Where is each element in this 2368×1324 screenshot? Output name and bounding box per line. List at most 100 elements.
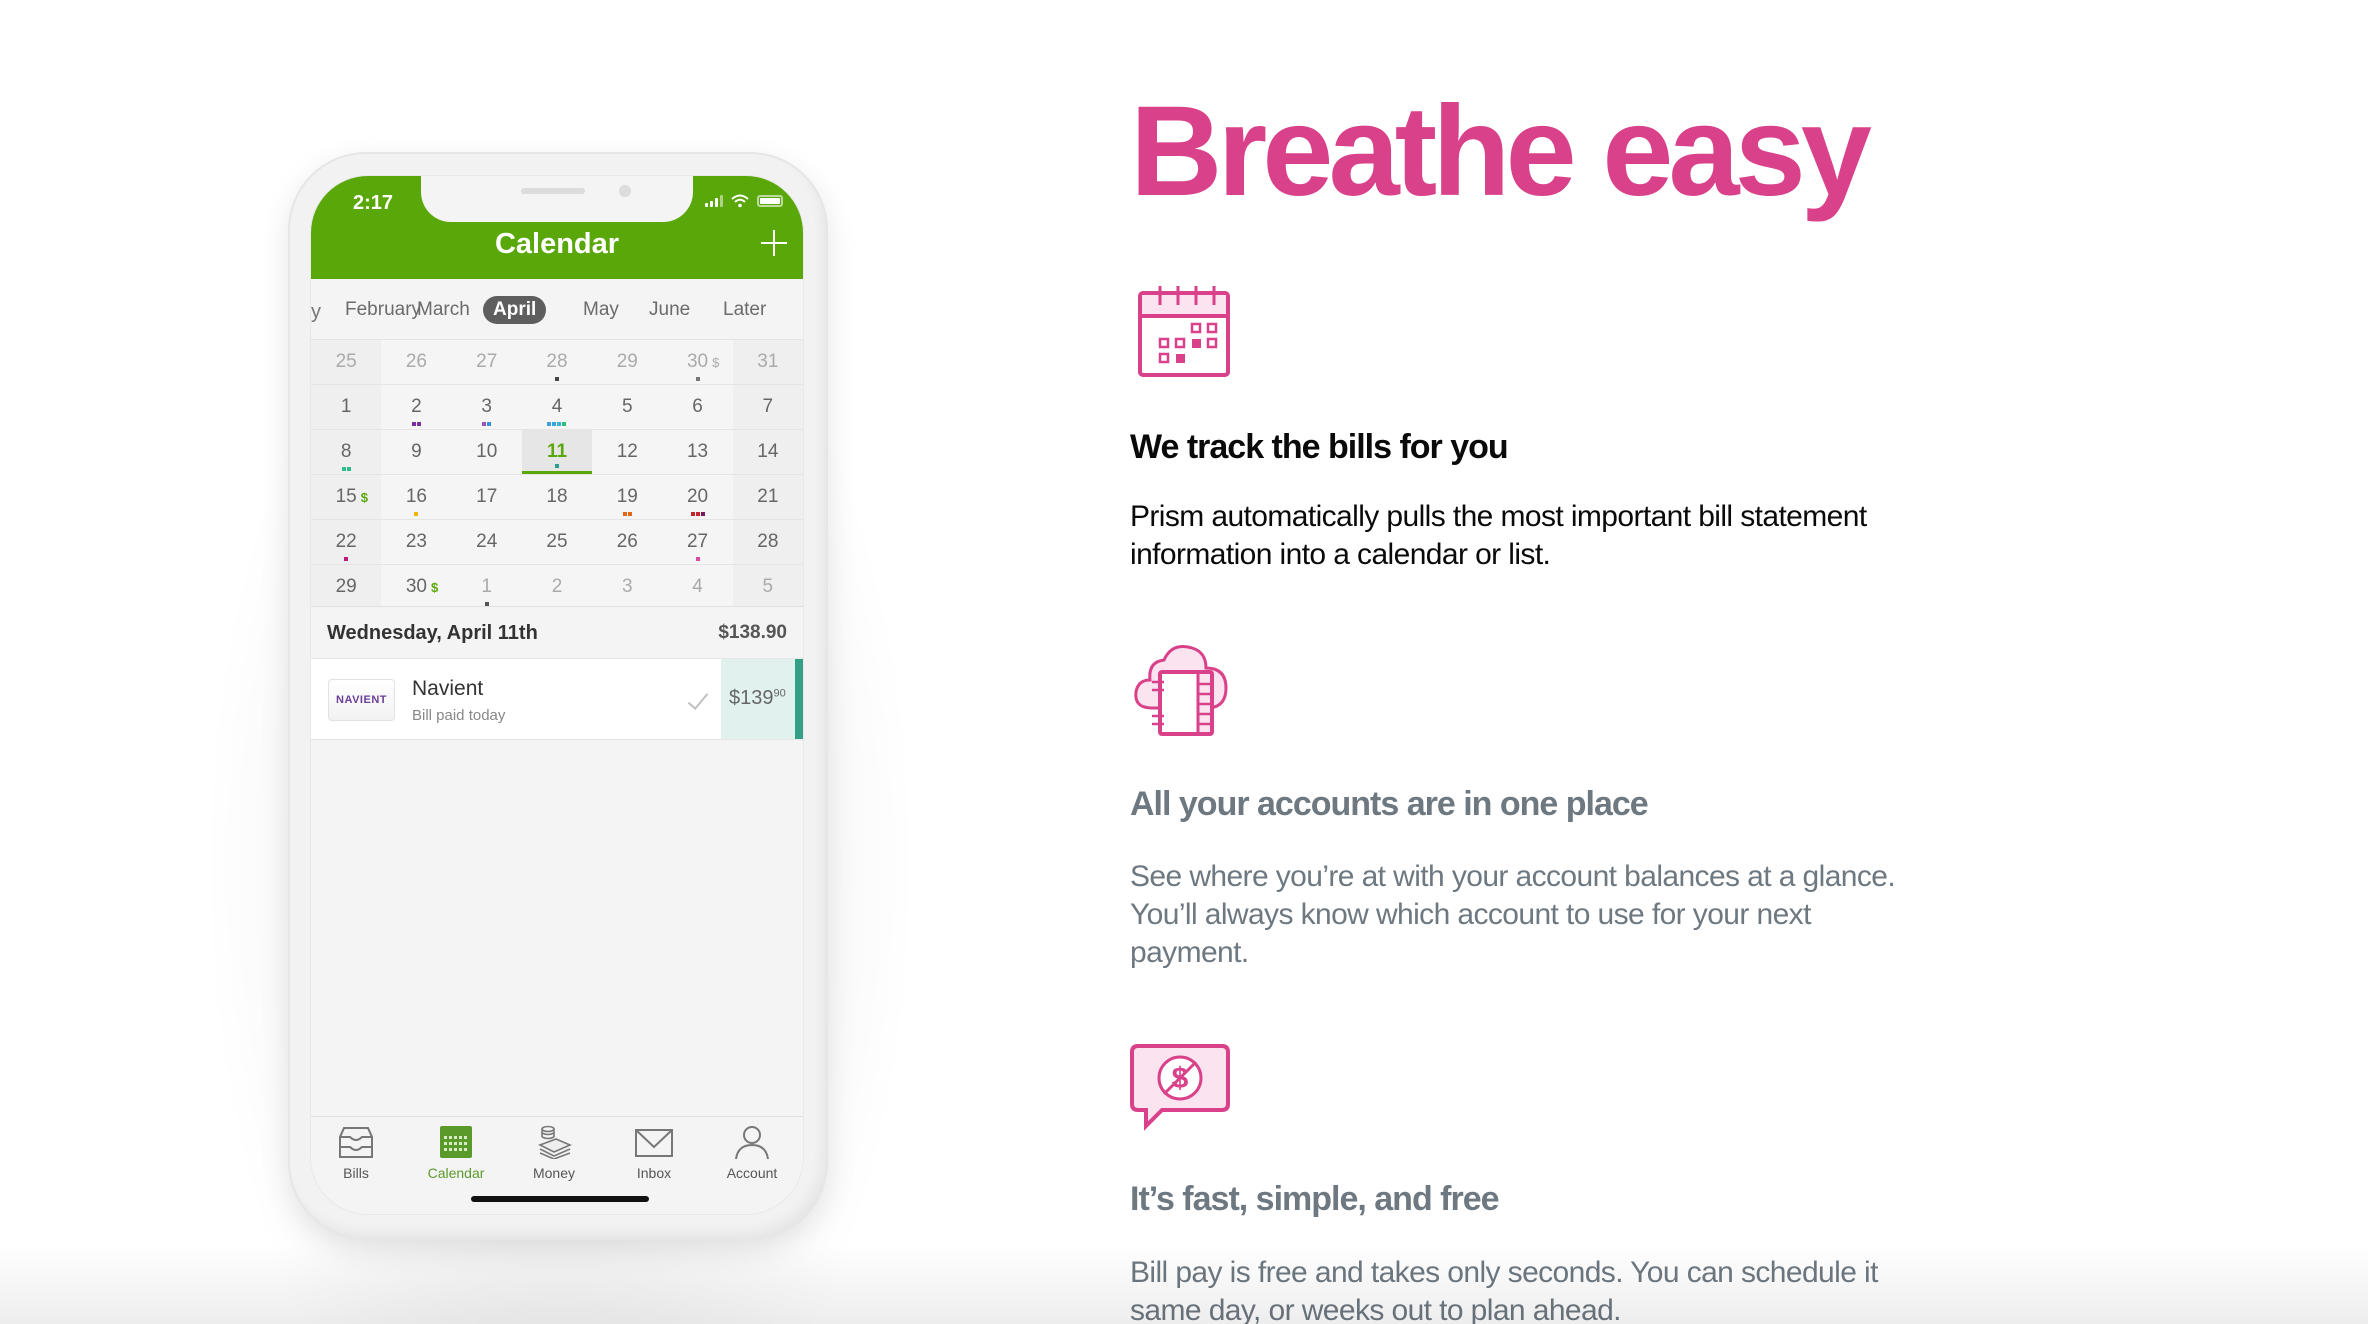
tab-label: Calendar <box>427 1165 485 1181</box>
calendar-day[interactable]: 29 <box>592 340 663 384</box>
calendar-day[interactable]: 12 <box>592 430 663 474</box>
selected-day-label: Wednesday, April 11th <box>327 622 538 644</box>
bill-amount-cents: 90 <box>773 687 786 700</box>
bill-dot <box>482 422 487 426</box>
calendar-day[interactable]: 19 <box>592 475 663 519</box>
bill-dot <box>695 377 700 381</box>
calendar-day[interactable]: 27 <box>451 340 522 384</box>
calendar-day[interactable]: 15 $ <box>311 475 382 519</box>
wifi-icon <box>731 194 749 208</box>
tab-label: Bills <box>343 1165 369 1181</box>
calendar-day[interactable]: 22 <box>311 520 382 564</box>
month-tab-march[interactable]: March <box>407 296 480 324</box>
calendar-icon <box>440 1126 472 1158</box>
day-number: 16 <box>405 486 427 507</box>
calendar-day[interactable]: 1 <box>311 385 382 429</box>
calendar-day[interactable]: 8 <box>311 430 382 474</box>
calendar-day[interactable]: 25 <box>311 340 382 384</box>
bill-dot <box>411 422 416 426</box>
calendar-day[interactable]: 9 <box>381 430 452 474</box>
bill-amount: $13990 <box>721 659 795 739</box>
no-fee-chat-icon: $ <box>1130 1044 1230 1131</box>
calendar-day[interactable]: 28 <box>732 520 803 564</box>
app-header: 2:17 Calendar <box>311 176 803 279</box>
feature-title: It’s fast, simple, and free <box>1130 1180 1500 1218</box>
calendar-day[interactable]: 17 <box>451 475 522 519</box>
calendar-day[interactable]: 16 <box>381 475 452 519</box>
calendar-day-today[interactable]: 11 <box>521 430 593 474</box>
calendar-day[interactable]: 7 <box>732 385 803 429</box>
bill-dot <box>487 422 492 426</box>
calendar-day[interactable]: 29 <box>311 565 382 609</box>
month-tab-june[interactable]: June <box>639 296 700 324</box>
day-number: 27 <box>476 351 498 372</box>
bill-dot <box>622 512 627 516</box>
calendar-day[interactable]: 6 <box>662 385 733 429</box>
calendar-day[interactable]: 28 <box>521 340 593 384</box>
calendar-day[interactable]: 18 <box>521 475 593 519</box>
calendar-day[interactable]: 30 $ <box>381 565 452 609</box>
money-stack-icon <box>538 1125 573 1160</box>
calendar-day[interactable]: 10 <box>451 430 522 474</box>
calendar-day[interactable]: 30 $ <box>662 340 733 384</box>
calendar-day[interactable]: 5 <box>592 385 663 429</box>
day-number: 21 <box>757 486 779 507</box>
calendar-day[interactable]: 3 <box>451 385 522 429</box>
calendar-week: 22 23 24 25 26 27 28 <box>311 519 803 564</box>
calendar-day[interactable]: 24 <box>451 520 522 564</box>
day-number: 14 <box>757 441 779 462</box>
calendar-grid: 25 26 27 28 29 30 $31 1 2 3 4 5 6 7 8 9 10 11 12 13 14 15 $16 1… <box>311 339 803 609</box>
feature-title: We track the bills for you <box>1130 428 1509 466</box>
calendar-day[interactable]: 2 <box>521 565 593 609</box>
day-number: 29 <box>335 576 357 597</box>
calendar-day[interactable]: 20 <box>662 475 733 519</box>
selected-day-header: Wednesday, April 11th $138.90 <box>311 606 803 658</box>
add-bill-button[interactable] <box>757 226 791 260</box>
calendar-day[interactable]: 2 <box>381 385 452 429</box>
income-dollar-icon: $ <box>360 490 368 505</box>
bill-dot <box>554 377 559 381</box>
tab-account[interactable]: Account <box>707 1125 797 1181</box>
bill-dot <box>700 512 705 516</box>
day-number: 7 <box>762 396 774 417</box>
bill-dots <box>311 467 381 471</box>
month-tab-april[interactable]: April <box>483 296 547 324</box>
day-number: 12 <box>616 441 638 462</box>
calendar-day[interactable]: 26 <box>592 520 663 564</box>
calendar-day[interactable]: 27 <box>662 520 733 564</box>
day-number: 27 <box>686 531 709 552</box>
bill-dot <box>547 422 552 426</box>
navient-logo: NAVIENT <box>328 679 395 721</box>
day-number: 20 <box>686 486 709 507</box>
bill-dot <box>557 422 562 426</box>
calendar-day[interactable]: 14 <box>732 430 803 474</box>
calendar-day[interactable]: 26 <box>381 340 452 384</box>
calendar-day[interactable]: 5 <box>732 565 803 609</box>
day-number: 1 <box>481 576 492 597</box>
calendar-day[interactable]: 3 <box>592 565 663 609</box>
calendar-day[interactable]: 31 <box>732 340 803 384</box>
month-tab-may[interactable]: May <box>573 296 629 324</box>
month-tab-later[interactable]: Later <box>713 296 776 324</box>
bill-dot <box>554 464 559 468</box>
calendar-day[interactable]: 4 <box>662 565 733 609</box>
bill-dot <box>341 467 346 471</box>
day-number: 4 <box>551 396 563 417</box>
calendar-day[interactable]: 25 <box>521 520 593 564</box>
calendar-day[interactable]: 13 <box>662 430 733 474</box>
bill-list-item[interactable]: NAVIENT Navient Bill paid today $13990 <box>311 658 803 740</box>
day-number: 6 <box>692 396 703 417</box>
calendar-day[interactable]: 1 <box>451 565 522 609</box>
bill-dot <box>344 557 349 561</box>
tab-bills[interactable]: Bills <box>311 1125 401 1181</box>
tab-money[interactable]: Money <box>509 1125 599 1181</box>
day-number: 25 <box>335 351 357 372</box>
tab-calendar[interactable]: Calendar <box>411 1125 501 1181</box>
bill-dot <box>695 512 700 516</box>
bill-dots <box>381 422 451 426</box>
calendar-day[interactable]: 23 <box>381 520 452 564</box>
month-prev-partial[interactable]: y <box>311 301 321 324</box>
calendar-day[interactable]: 21 <box>732 475 803 519</box>
calendar-day[interactable]: 4 <box>521 385 593 429</box>
tab-inbox[interactable]: Inbox <box>609 1125 699 1181</box>
